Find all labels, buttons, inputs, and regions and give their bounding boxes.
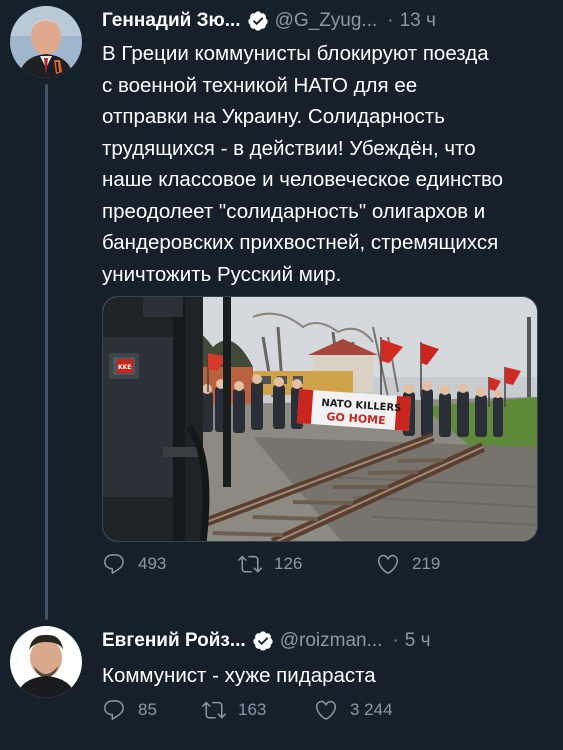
avatar[interactable] <box>10 6 82 78</box>
reply-button[interactable]: 493 <box>102 552 166 576</box>
like-count: 219 <box>412 554 441 573</box>
avatar[interactable] <box>10 626 82 698</box>
retweet-count: 126 <box>274 554 303 573</box>
verified-badge-icon <box>247 11 268 31</box>
tweet-header: Геннадий Зю... @G_Zyug... · 13 ч <box>102 8 436 34</box>
tweet-text-line: преодолеет "солидарность" олигархов и <box>102 199 486 223</box>
like-button[interactable]: 219 <box>376 552 440 576</box>
timestamp[interactable]: 13 ч <box>400 10 436 32</box>
reply-count: 85 <box>138 700 157 719</box>
timestamp[interactable]: 5 ч <box>405 630 431 652</box>
reply-count: 493 <box>138 554 167 573</box>
heart-icon <box>377 554 399 574</box>
retweet-count: 163 <box>238 700 267 719</box>
display-name[interactable]: Геннадий Зю... <box>102 10 241 32</box>
tweet-text-line: отправки на Украину. Солидарность <box>102 105 445 128</box>
retweet-button[interactable]: 126 <box>238 552 302 576</box>
tweet-text-line: трудящихся - в действии! Убеждён, что <box>102 136 476 160</box>
user-handle[interactable]: @G_Zyug... <box>275 10 378 32</box>
tweet-text-line: Коммунист - хуже пидараста <box>102 664 376 687</box>
like-button[interactable]: 3 244 <box>314 698 393 722</box>
flag-label: KKE <box>118 364 131 371</box>
reply-button[interactable]: 85 <box>102 698 157 722</box>
avatar-photo-zyuganov <box>10 6 82 78</box>
tweet-text-line: бандеровских прихвостней, стремящихся <box>102 231 499 254</box>
reply-icon <box>104 554 124 574</box>
tweet-header: Евгений Ройз... @roizman... · 5 ч <box>102 628 431 654</box>
thread-connector-line <box>45 84 48 620</box>
separator-dot: · <box>387 10 394 31</box>
tweet-text: Коммунист - хуже пидараста <box>102 660 552 692</box>
display-name[interactable]: Евгений Ройз... <box>102 630 246 652</box>
tweet-text: В Греции коммунисты блокируют поезда с в… <box>102 38 552 290</box>
user-handle[interactable]: @roizman... <box>280 630 383 652</box>
verified-badge-icon <box>253 631 273 651</box>
retweet-icon <box>202 701 226 719</box>
tweet-text-line: с военной техникой НАТО для ее <box>102 73 418 97</box>
reply-icon <box>104 700 124 720</box>
heart-icon <box>315 700 337 720</box>
tweet-text-line: наше классовое и человеческое единство <box>102 168 504 191</box>
tweet-text-line: уничтожить Русский мир. <box>102 262 342 286</box>
tweet-media-photo[interactable]: NATO KILLERS GO HOME KKE <box>102 296 538 542</box>
separator-dot: · <box>392 630 399 651</box>
avatar-photo-roizman <box>10 626 82 698</box>
tweet-text-line: В Греции коммунисты блокируют поезда <box>102 42 489 65</box>
retweet-button[interactable]: 163 <box>202 698 266 722</box>
retweet-icon <box>238 555 262 573</box>
like-count: 3 244 <box>350 700 393 719</box>
protest-railway-photo: NATO KILLERS GO HOME KKE <box>103 297 537 541</box>
